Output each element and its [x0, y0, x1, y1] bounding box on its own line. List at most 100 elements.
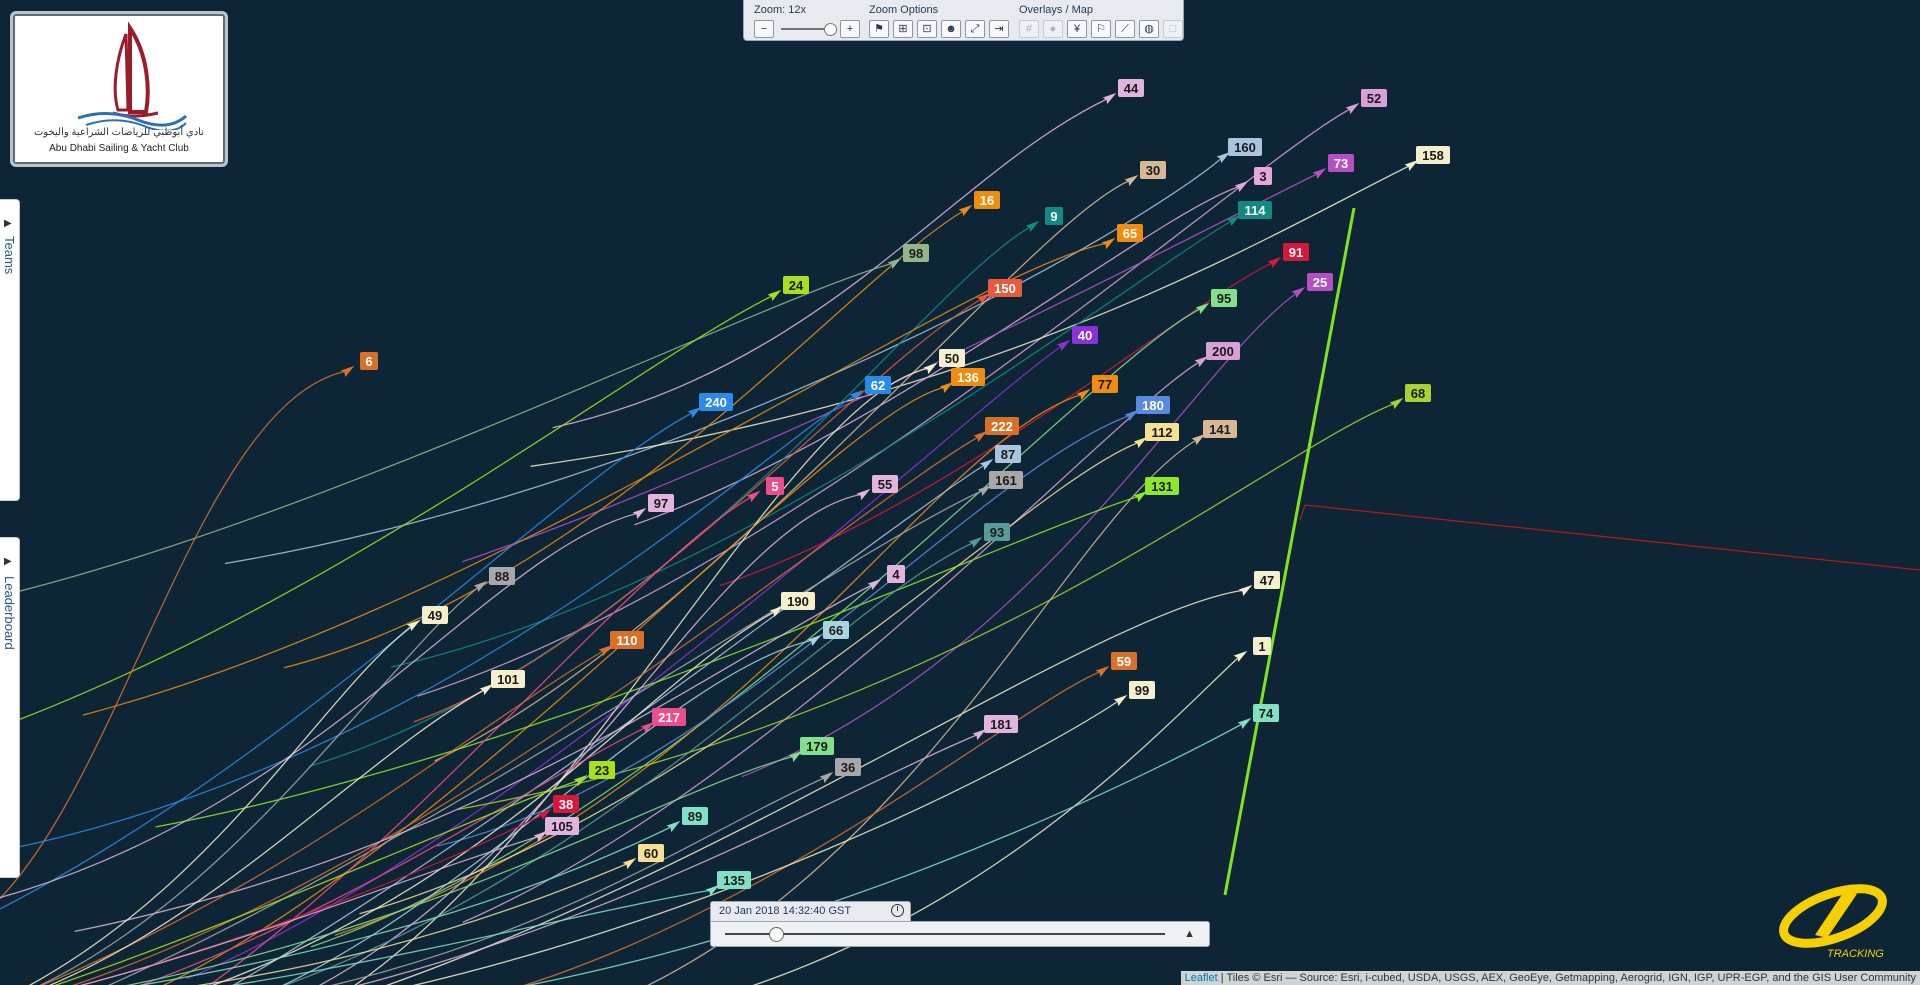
boat-label[interactable]: 44 [1124, 81, 1139, 96]
timeline-slider-handle[interactable] [769, 927, 784, 942]
boat-label[interactable]: 181 [990, 717, 1012, 732]
zoom-slider-handle[interactable] [824, 23, 837, 36]
grid-icon: # [1025, 22, 1033, 35]
boat-label[interactable]: 66 [829, 623, 843, 638]
boat-label[interactable]: 55 [878, 477, 892, 492]
zoom-to-course-button[interactable]: ⇥ [989, 20, 1009, 38]
moon-overlay-button[interactable]: ● [1043, 20, 1063, 38]
tracks-overlay-button[interactable]: ⟋ [1115, 20, 1135, 38]
wind-overlay-button[interactable]: ¥ [1067, 20, 1087, 38]
boat-label[interactable]: 217 [658, 710, 680, 725]
boat-label[interactable]: 65 [1123, 226, 1137, 241]
zoom-options-section: Zoom Options ⚑ ⊞ ⊡ ☻ ⤢ ⇥ [869, 4, 1009, 38]
boat-label[interactable]: 36 [841, 760, 855, 775]
boat-label[interactable]: 141 [1209, 422, 1231, 437]
boat-label[interactable]: 74 [1259, 706, 1274, 721]
play-icon[interactable]: ▲ [1184, 928, 1195, 940]
boat-label[interactable]: 30 [1146, 163, 1160, 178]
zoom-value: 12x [788, 4, 806, 16]
boat-label[interactable]: 91 [1289, 245, 1303, 260]
boat-label[interactable]: 158 [1422, 148, 1444, 163]
boat-label[interactable]: 179 [806, 739, 828, 754]
boat-label[interactable]: 1 [1258, 639, 1265, 654]
boat-label[interactable]: 5 [771, 479, 778, 494]
boat-label[interactable]: 200 [1212, 344, 1234, 359]
boat-label[interactable]: 98 [909, 246, 923, 261]
zoom-in-button[interactable]: + [840, 20, 860, 38]
race-map[interactable]: 445216015837330169 1146598 912524 150954020… [0, 0, 1920, 985]
boat-label[interactable]: 180 [1142, 398, 1164, 413]
boat-label[interactable]: 52 [1367, 91, 1381, 106]
boat-label[interactable]: 99 [1135, 683, 1149, 698]
boat-label[interactable]: 105 [551, 819, 573, 834]
zoom-to-group-button[interactable]: ☻ [941, 20, 961, 38]
boat-label[interactable]: 25 [1313, 275, 1327, 290]
boat-label[interactable]: 77 [1098, 377, 1112, 392]
boat-label[interactable]: 160 [1234, 140, 1256, 155]
teams-tab[interactable]: ▶ Teams [0, 199, 20, 501]
enter-icon: ⇥ [994, 22, 1004, 35]
boat-label[interactable]: 89 [688, 809, 702, 824]
map-layer-button[interactable]: ◍ [1139, 20, 1159, 38]
fit-all-button[interactable]: ⤢ [965, 20, 985, 38]
boat-label[interactable]: 38 [559, 797, 573, 812]
boat-label[interactable]: 136 [957, 370, 979, 385]
boat-label[interactable]: 240 [705, 395, 727, 410]
boat-label[interactable]: 4 [892, 567, 900, 582]
zoom-to-fleet-button[interactable]: ⊡ [917, 20, 937, 38]
square-icon: □ [1169, 22, 1177, 35]
boat-label[interactable]: 50 [945, 351, 959, 366]
boat-label[interactable]: 150 [994, 281, 1016, 296]
boat-label[interactable]: 131 [1151, 479, 1173, 494]
leaflet-link[interactable]: Leaflet [1185, 972, 1218, 984]
boat-label[interactable]: 3 [1259, 169, 1266, 184]
boat-label[interactable]: 101 [497, 672, 519, 687]
wind-icon: ¥ [1073, 22, 1081, 35]
course-marks-icon: ⚐ [1096, 22, 1106, 35]
grid-overlay-button[interactable]: # [1019, 20, 1039, 38]
sailboat-logo-icon [77, 21, 187, 130]
plus-box-icon: ⊞ [898, 22, 908, 35]
zoom-to-leader-button[interactable]: ⚑ [869, 20, 889, 38]
boat-label[interactable]: 93 [990, 525, 1004, 540]
boat-label[interactable]: 110 [617, 633, 638, 648]
boat-label[interactable]: 97 [654, 496, 668, 511]
boat-label[interactable]: 222 [991, 419, 1013, 434]
club-name-english: Abu Dhabi Sailing & Yacht Club [49, 143, 189, 154]
leaderboard-tab[interactable]: ▶ Leaderboard [0, 537, 20, 878]
zoom-slider[interactable] [781, 23, 837, 36]
club-name-arabic: نادي أبوظبي للرياضات الشراعية واليخوت [33, 127, 204, 138]
zoom-out-button[interactable]: − [754, 20, 774, 38]
marks-overlay-button[interactable]: ⚐ [1091, 20, 1111, 38]
boat-label[interactable]: 40 [1078, 328, 1092, 343]
boat-label[interactable]: 24 [789, 278, 804, 293]
boat-label[interactable]: 95 [1217, 291, 1231, 306]
boat-label[interactable]: 9 [1050, 209, 1057, 224]
boat-label[interactable]: 60 [644, 846, 658, 861]
yb-tracking-logo[interactable]: TRACKING [1775, 880, 1895, 965]
yb-logo-icon: TRACKING [1779, 884, 1887, 960]
group-icon: ☻ [945, 22, 957, 35]
boat-label[interactable]: 59 [1117, 654, 1131, 669]
boat-label[interactable]: 49 [428, 608, 442, 623]
plus-icon: + [846, 22, 854, 35]
timeline-track[interactable] [725, 933, 1165, 935]
zoom-to-selected-button[interactable]: ⊞ [893, 20, 913, 38]
boat-label[interactable]: 68 [1411, 386, 1425, 401]
boat-label[interactable]: 190 [787, 594, 809, 609]
club-logo[interactable]: نادي أبوظبي للرياضات الشراعية واليخوت Ab… [10, 11, 228, 167]
boat-label[interactable]: 112 [1152, 425, 1173, 440]
boat-label[interactable]: 114 [1245, 203, 1267, 218]
boat-label[interactable]: 47 [1260, 573, 1274, 588]
clock-icon[interactable] [891, 904, 904, 917]
boat-label[interactable]: 16 [980, 193, 994, 208]
boat-label[interactable]: 23 [595, 763, 609, 778]
boat-label[interactable]: 73 [1334, 156, 1348, 171]
boat-label[interactable]: 135 [723, 873, 745, 888]
boat-label[interactable]: 87 [1001, 447, 1015, 462]
boat-label[interactable]: 62 [871, 378, 885, 393]
boat-label[interactable]: 88 [495, 569, 509, 584]
fullscreen-button[interactable]: □ [1163, 20, 1183, 38]
boat-label[interactable]: 6 [365, 354, 372, 369]
boat-label[interactable]: 161 [995, 473, 1017, 488]
